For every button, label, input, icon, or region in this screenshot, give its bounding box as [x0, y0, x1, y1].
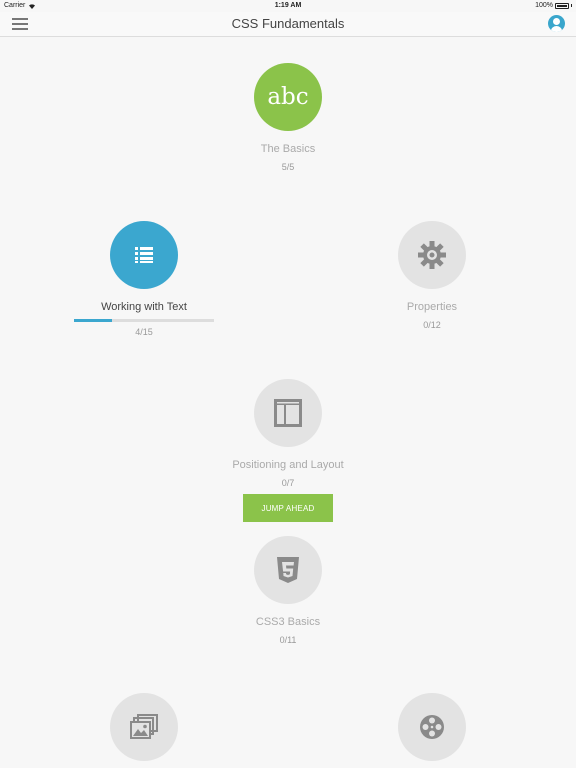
jump-ahead-button[interactable]: JUMP AHEAD: [243, 494, 333, 522]
lesson-title: CSS3 Basics: [255, 616, 321, 628]
navigation-bar: CSS Fundamentals: [0, 12, 576, 37]
lesson-circle[interactable]: [398, 693, 466, 761]
status-bar: Carrier 1:19 AM 100%: [0, 0, 576, 12]
lesson-progress-fill: [74, 319, 112, 322]
gear-icon: [416, 239, 448, 271]
images-icon: [130, 714, 158, 740]
lesson-circle[interactable]: [110, 221, 178, 289]
lesson-title: Working with Text: [101, 301, 187, 313]
lesson-progress: 0/11: [279, 635, 297, 645]
lesson-title: The Basics: [260, 143, 316, 155]
battery-status: 100%: [535, 2, 572, 9]
lesson-images[interactable]: [44, 693, 244, 761]
lesson-progress: 4/15: [135, 327, 153, 337]
list-icon: [133, 245, 155, 265]
lesson-the-basics[interactable]: abc The Basics 5/5: [188, 63, 388, 172]
abc-icon: abc: [267, 84, 309, 110]
lesson-properties[interactable]: Properties 0/12: [332, 221, 532, 330]
lesson-circle[interactable]: [254, 536, 322, 604]
lesson-media[interactable]: [332, 693, 532, 761]
status-time: 1:19 AM: [274, 2, 302, 9]
battery-label: 100%: [535, 2, 553, 9]
lesson-progress: 5/5: [281, 162, 295, 172]
lesson-working-with-text[interactable]: Working with Text 4/15: [44, 221, 244, 337]
user-icon[interactable]: [548, 15, 565, 32]
lesson-progress: 0/12: [423, 320, 441, 330]
css3-icon: [276, 556, 300, 584]
layout-icon: [273, 398, 303, 428]
lesson-progress: 0/7: [281, 478, 295, 488]
film-reel-icon: [419, 714, 445, 740]
lesson-progress-bar: [74, 319, 214, 322]
battery-nub: [571, 4, 572, 7]
lesson-title: Properties: [406, 301, 458, 313]
lesson-circle[interactable]: [110, 693, 178, 761]
lesson-circle[interactable]: [398, 221, 466, 289]
battery-icon: [555, 2, 569, 9]
lesson-circle[interactable]: [254, 379, 322, 447]
lesson-css3-basics[interactable]: CSS3 Basics 0/11: [188, 536, 388, 645]
lesson-title: Positioning and Layout: [232, 459, 344, 471]
lesson-circle[interactable]: abc: [254, 63, 322, 131]
lesson-positioning-and-layout[interactable]: Positioning and Layout 0/7: [188, 379, 388, 488]
page-title: CSS Fundamentals: [231, 16, 345, 31]
